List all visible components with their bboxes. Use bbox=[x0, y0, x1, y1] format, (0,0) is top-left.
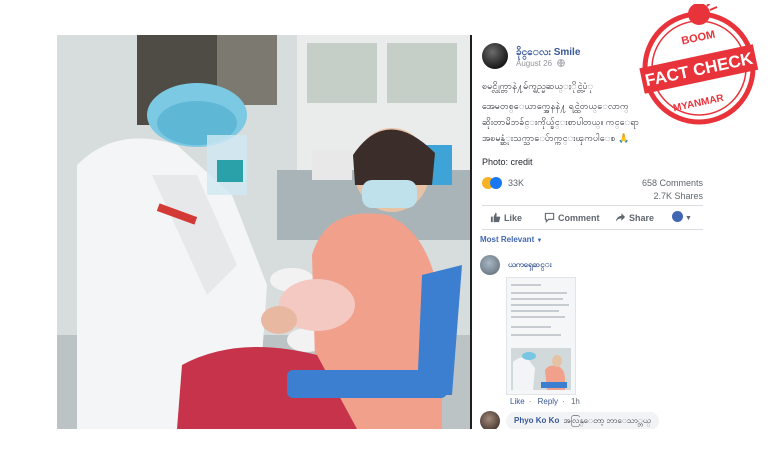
comments-count[interactable]: 658 Comments bbox=[642, 178, 703, 188]
screenshot-line bbox=[511, 298, 563, 300]
screenshot-line bbox=[511, 292, 567, 294]
share-icon bbox=[615, 213, 626, 222]
screenshot-photo bbox=[511, 348, 571, 390]
like-reaction-icon bbox=[490, 177, 502, 189]
reaction-icons[interactable] bbox=[482, 177, 508, 190]
post-actions: Like Comment Share ▼ bbox=[482, 209, 703, 229]
share-as-selector[interactable]: ▼ bbox=[672, 211, 692, 222]
badge-main-text: FACT CHECK bbox=[643, 49, 755, 91]
like-label: Like bbox=[504, 213, 523, 223]
mini-photo-illustration bbox=[511, 348, 571, 390]
screenshot-line bbox=[511, 326, 551, 328]
screenshot-line bbox=[511, 316, 565, 318]
post-text-line: အေမတစ္ေယာက္အေနနဲ႔ ရင္ထဲတယ္ေလာက္ bbox=[482, 101, 629, 111]
chevron-down-icon: ▼ bbox=[685, 215, 692, 222]
commenter-avatar[interactable] bbox=[480, 411, 500, 429]
separator-dot: · bbox=[562, 397, 565, 406]
boom-fact-check-logo: BOOM FACT CHECK MYANMAR bbox=[639, 4, 759, 125]
screenshot-line bbox=[511, 284, 541, 286]
author-name[interactable]: ခိုင္ေလး Smile bbox=[516, 45, 580, 60]
divider bbox=[482, 229, 703, 230]
comment-text: အလြန္ေတာ့ ဘာေသာ္ဘယ္ bbox=[563, 416, 651, 425]
post-date-row: August 26 bbox=[516, 59, 566, 68]
reactions-summary: 33K 658 Comments 2.7K Shares bbox=[482, 175, 703, 205]
comment-bubble: Phyo Ko Ko အလြန္ေတာ့ ဘာေသာ္ဘယ္ bbox=[506, 412, 659, 429]
comment-time[interactable]: 1h bbox=[571, 397, 580, 406]
separator-dot: · bbox=[528, 397, 532, 406]
badge-top-text: BOOM bbox=[680, 29, 716, 48]
commenter-avatar[interactable] bbox=[480, 255, 500, 275]
comment-filter-label: Most Relevant bbox=[480, 235, 535, 244]
commenter-name[interactable]: ယကၡေဆင္း bbox=[508, 259, 552, 271]
page-avatar bbox=[672, 211, 683, 222]
comment-label: Comment bbox=[558, 213, 600, 223]
reaction-count[interactable]: 33K bbox=[508, 178, 524, 188]
author-avatar[interactable] bbox=[482, 43, 508, 69]
share-button[interactable]: Share bbox=[615, 212, 654, 223]
comment-actions: Like · Reply · 1h bbox=[510, 397, 584, 406]
comment-reply-link[interactable]: Reply bbox=[538, 397, 558, 406]
globe-icon bbox=[557, 59, 566, 67]
comment-icon bbox=[544, 212, 555, 223]
shares-count[interactable]: 2.7K Shares bbox=[653, 191, 703, 201]
post-text-line: ဆိုးတာမိဘခ်င္းကိုယ္ခ်င္းစာပါတယ္။ ကင္ေရာ bbox=[482, 117, 640, 127]
post-text: ၿမင္လိုက္တာနဲ႔မ်က္ရည္မဆယ္ႏိုင္တဲ့ပံု အေမ… bbox=[482, 79, 652, 171]
screenshot-line bbox=[511, 304, 569, 306]
chevron-down-icon: ▼ bbox=[536, 238, 543, 244]
comment-button[interactable]: Comment bbox=[544, 212, 600, 223]
post-text-line: ၿမင္လိုက္တာနဲ႔မ်က္ရည္မဆယ္ႏိုင္တဲ့ပံု bbox=[482, 81, 594, 91]
post-photo[interactable] bbox=[57, 35, 470, 429]
screenshot-line bbox=[511, 334, 561, 336]
thumbs-up-icon bbox=[490, 212, 501, 223]
photo-illustration bbox=[57, 35, 470, 429]
screenshot-line bbox=[511, 310, 559, 312]
like-button[interactable]: Like bbox=[490, 212, 522, 223]
share-label: Share bbox=[629, 213, 655, 223]
comment-like-link[interactable]: Like bbox=[510, 397, 525, 406]
comment-filter-dropdown[interactable]: Most Relevant ▼ bbox=[480, 235, 542, 244]
post-date[interactable]: August 26 bbox=[516, 59, 552, 68]
photo-credit: Photo: credit bbox=[482, 157, 533, 167]
facebook-post-viewer: ခိုင္ေလး Smile August 26 ၿမင္လိုက္တာနဲ႔မ… bbox=[57, 35, 713, 429]
commenter-name[interactable]: Phyo Ko Ko bbox=[514, 416, 559, 425]
comment: Phyo Ko Ko အလြန္ေတာ့ ဘာေသာ္ဘယ္ bbox=[480, 411, 705, 429]
divider bbox=[482, 205, 703, 206]
post-text-line: အၿမန္ဆံုးသက္သာေပ်ာက္ကင္းၾကပါေစ 🙏 bbox=[482, 133, 630, 143]
comment-attached-screenshot[interactable] bbox=[506, 277, 576, 395]
